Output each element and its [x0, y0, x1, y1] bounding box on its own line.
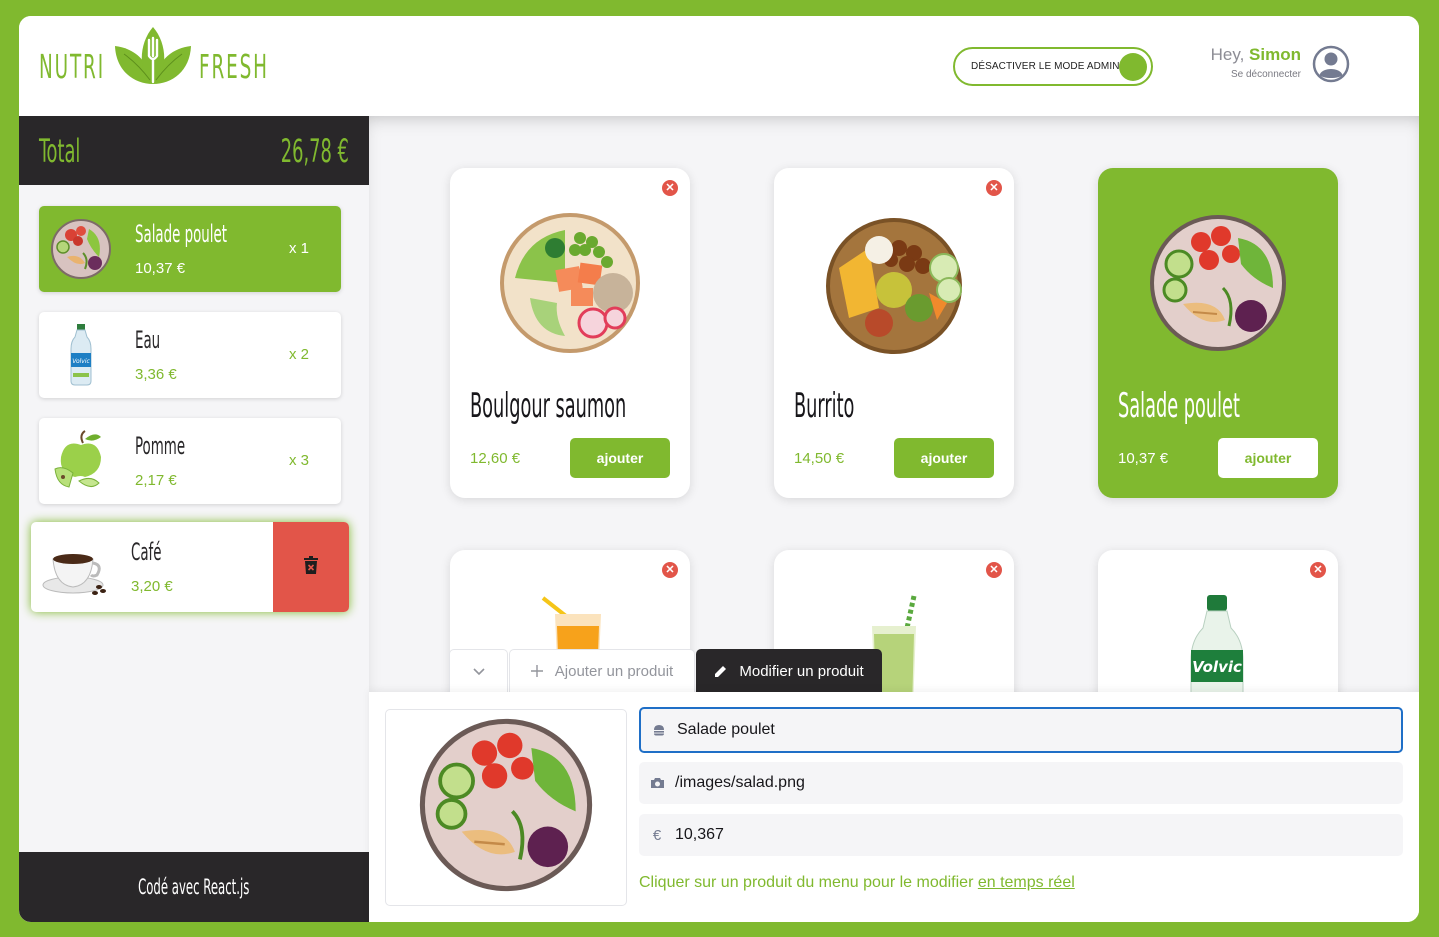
product-name-field[interactable]: [639, 707, 1403, 753]
cart-item-pomme[interactable]: Pomme 2,17 € x 3: [39, 418, 341, 504]
logout-link[interactable]: Se déconnecter: [1231, 69, 1301, 80]
admin-toggle-label: DÉSACTIVER LE MODE ADMIN: [971, 61, 1120, 72]
product-image-input[interactable]: [675, 774, 1375, 792]
hamburger-icon: [641, 724, 677, 736]
toggle-knob[interactable]: [1119, 53, 1147, 81]
cart-item-name: Café: [131, 538, 162, 566]
cart-item-eau[interactable]: Volvic Eau 3,36 € x 2: [39, 312, 341, 398]
edit-hint-text: Cliquer sur un produit du menu pour le m…: [639, 874, 978, 891]
water-bottle-image: Volvic: [1143, 590, 1293, 692]
cart-item-salade-poulet[interactable]: Salade poulet 10,37 € x 1: [39, 206, 341, 292]
remove-product-icon[interactable]: ✕: [662, 180, 678, 196]
product-card-boulgour-saumon[interactable]: ✕ Boulgour saumon 12,60 € ajouter: [450, 168, 690, 498]
app-window: NUTRI FRESH DÉSACTIVER LE MODE ADMIN Hey…: [19, 16, 1419, 922]
collapse-panel-tab[interactable]: [449, 649, 508, 692]
camera-icon: [639, 777, 675, 789]
trash-icon: [304, 555, 318, 579]
remove-product-icon[interactable]: ✕: [986, 180, 1002, 196]
product-image-field[interactable]: [639, 762, 1403, 804]
greeting: Hey, Simon: [1211, 45, 1301, 65]
product-price: 10,37 €: [1118, 450, 1169, 467]
remove-product-icon[interactable]: ✕: [1310, 562, 1326, 578]
chevron-down-icon: [472, 663, 485, 680]
product-title: Burrito: [794, 386, 855, 426]
product-card-burrito[interactable]: ✕ Burrito 14,50 € ajouter: [774, 168, 1014, 498]
remove-product-icon[interactable]: ✕: [986, 562, 1002, 578]
cart-item-qty: x 3: [288, 452, 309, 469]
product-title: Salade poulet: [1118, 386, 1240, 426]
cart-total-bar: Total 26,78 €: [19, 116, 369, 185]
user-profile: Hey, Simon Se déconnecter: [1189, 44, 1389, 94]
cart-item-price: 2,17 €: [135, 472, 177, 489]
coffee-image: [41, 535, 106, 599]
cart-footer: Codé avec React.js: [19, 852, 369, 922]
edit-hint: Cliquer sur un produit du menu pour le m…: [639, 874, 1075, 892]
remove-product-icon[interactable]: ✕: [662, 562, 678, 578]
product-price: 12,60 €: [470, 450, 521, 467]
add-to-cart-button[interactable]: ajouter: [894, 438, 994, 478]
logo-text-left: NUTRI: [39, 47, 106, 86]
salad-image: [49, 217, 113, 281]
product-price-input[interactable]: [675, 826, 1375, 844]
pencil-icon: [714, 665, 727, 678]
cart-item-price: 3,36 €: [135, 366, 177, 383]
product-card-salade-poulet[interactable]: Salade poulet 10,37 € ajouter: [1098, 168, 1338, 498]
salad-image: [411, 710, 601, 905]
footer-text: Codé avec React.js: [138, 875, 250, 899]
total-amount: 26,78 €: [280, 132, 349, 170]
product-title: Boulgour saumon: [470, 386, 627, 426]
delete-item-button[interactable]: [273, 522, 349, 612]
cart-item-price: 3,20 €: [131, 578, 173, 595]
euro-icon: €: [652, 826, 662, 844]
admin-panel: € Cliquer sur un produit du menu pour le…: [369, 692, 1419, 922]
tab-label: Ajouter un produit: [554, 662, 674, 680]
total-label: Total: [39, 132, 81, 170]
product-price: 14,50 €: [794, 450, 845, 467]
greeting-prefix: Hey,: [1210, 45, 1250, 64]
cart-item-price: 10,37 €: [135, 260, 186, 277]
cart-item-name: Eau: [135, 326, 161, 354]
tab-label: Modifier un produit: [739, 662, 864, 680]
leaf-fork-logo-icon: [114, 26, 192, 93]
cart-item-name: Pomme: [135, 432, 186, 460]
product-menu: ✕ Boulgour saumon 12,60 € ajouter ✕ Burr…: [369, 116, 1419, 692]
user-avatar-icon[interactable]: [1312, 45, 1350, 88]
cart-item-name: Salade poulet: [135, 220, 228, 248]
plus-icon: [530, 665, 543, 677]
tab-edit-product[interactable]: Modifier un produit: [696, 649, 882, 692]
admin-mode-toggle[interactable]: DÉSACTIVER LE MODE ADMIN: [953, 47, 1153, 86]
add-to-cart-button[interactable]: ajouter: [570, 438, 670, 478]
salad-image: [1143, 208, 1293, 358]
admin-tabs: Ajouter un produit Modifier un produit: [449, 649, 883, 692]
product-price-field[interactable]: €: [639, 814, 1403, 856]
svg-text:Volvic: Volvic: [1192, 658, 1242, 676]
add-to-cart-button[interactable]: ajouter: [1218, 438, 1318, 478]
water-bottle-image: Volvic: [49, 323, 113, 387]
header: NUTRI FRESH DÉSACTIVER LE MODE ADMIN Hey…: [19, 16, 1419, 116]
user-name: Simon: [1249, 45, 1301, 64]
cart-item-qty: x 1: [288, 240, 309, 257]
tab-add-product[interactable]: Ajouter un produit: [509, 649, 695, 692]
apple-image: [49, 429, 113, 493]
burrito-bowl-image: [819, 208, 969, 358]
cart-item-qty: x 2: [288, 346, 309, 363]
salmon-bowl-image: [495, 208, 645, 358]
product-name-input[interactable]: [677, 721, 1377, 739]
cart-sidebar: Total 26,78 € Salade poulet 10,37 € x 1: [19, 116, 369, 922]
edit-hint-link[interactable]: en temps réel: [978, 874, 1075, 891]
svg-text:Volvic: Volvic: [72, 358, 90, 365]
product-image-preview: [385, 709, 627, 906]
logo-text-right: FRESH: [199, 47, 269, 86]
cart-item-cafe[interactable]: Café 3,20 €: [31, 522, 349, 612]
product-card-water[interactable]: ✕ Volvic: [1098, 550, 1338, 692]
